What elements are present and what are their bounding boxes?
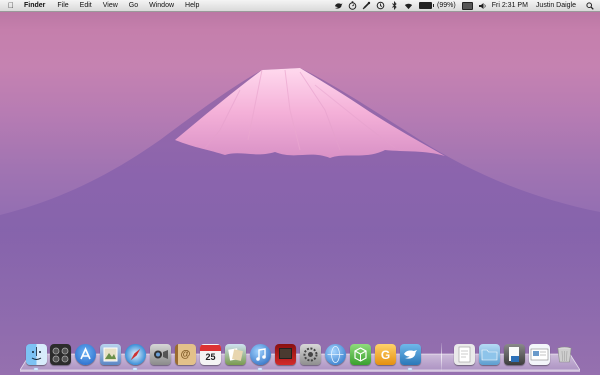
network-globe-icon[interactable]: [325, 344, 346, 365]
desktop-wallpaper: [0, 0, 600, 375]
user-name-menu[interactable]: Justin Daigle: [536, 2, 576, 9]
dock-divider: [441, 343, 442, 371]
menu-help[interactable]: Help: [185, 2, 199, 9]
menu-window[interactable]: Window: [149, 2, 174, 9]
menu-file[interactable]: File: [57, 2, 68, 9]
menu-go[interactable]: Go: [129, 2, 138, 9]
menu-clock[interactable]: Fri 2:31 PM: [492, 2, 528, 9]
volume-icon[interactable]: [478, 1, 487, 10]
facetime-icon[interactable]: [150, 344, 171, 365]
dashboard-icon[interactable]: [50, 344, 71, 365]
time-machine-icon[interactable]: [376, 1, 385, 10]
finder-icon[interactable]: [26, 344, 47, 365]
menu-finder[interactable]: Finder: [24, 2, 45, 9]
iphoto-icon[interactable]: [225, 344, 246, 365]
script-icon[interactable]: [362, 1, 371, 10]
stopwatch-icon[interactable]: [348, 1, 357, 10]
itunes-icon[interactable]: [250, 344, 271, 365]
g-app-icon[interactable]: G: [375, 344, 396, 365]
bird-icon[interactable]: [334, 1, 343, 10]
dock: @ 25 G: [24, 344, 584, 370]
app-store-icon[interactable]: [75, 344, 96, 365]
safari-running-indicator: [133, 368, 137, 370]
spotlight-icon[interactable]: [585, 1, 594, 10]
document-stack-icon[interactable]: [454, 344, 475, 365]
trash-icon[interactable]: [554, 344, 575, 365]
twitter-running-indicator: [408, 368, 412, 370]
battery-icon[interactable]: [419, 2, 435, 9]
menu-view[interactable]: View: [103, 2, 118, 9]
preview-icon[interactable]: [100, 344, 121, 365]
applications-folder-icon[interactable]: [479, 344, 500, 365]
3d-box-app-icon[interactable]: [350, 344, 371, 365]
mountain-wallpaper-image: [0, 68, 600, 375]
itunes-running-indicator: [258, 368, 262, 370]
system-preferences-icon[interactable]: [300, 344, 321, 365]
display-icon[interactable]: [461, 1, 473, 10]
bluetooth-icon[interactable]: [390, 1, 399, 10]
photo-booth-icon[interactable]: [275, 344, 296, 365]
ical-icon[interactable]: 25: [200, 344, 221, 365]
twitter-icon[interactable]: [400, 344, 421, 365]
apple-menu-icon[interactable]: : [6, 1, 16, 10]
finder-running-indicator: [34, 368, 38, 370]
menu-bar:  Finder File Edit View Go Window Help (…: [0, 0, 600, 12]
address-book-icon[interactable]: @: [175, 344, 196, 365]
safari-icon[interactable]: [125, 344, 146, 365]
battery-percentage[interactable]: (99%): [437, 2, 456, 9]
wifi-icon[interactable]: [404, 1, 413, 10]
ical-date-label: 25: [205, 352, 216, 362]
menu-edit[interactable]: Edit: [80, 2, 92, 9]
document-preview-icon[interactable]: [529, 344, 550, 365]
downloads-stack-icon[interactable]: [504, 344, 525, 365]
